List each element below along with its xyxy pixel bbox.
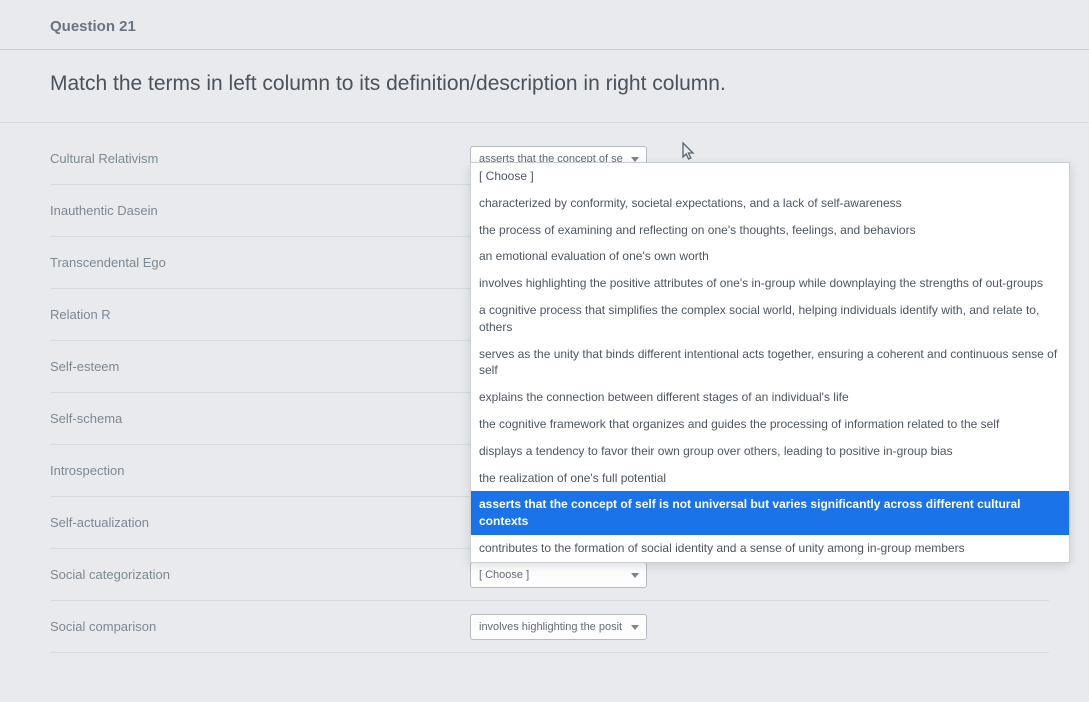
dropdown-option[interactable]: serves as the unity that binds different… (471, 341, 1069, 385)
match-row: Social comparisoninvolves highlighting t… (50, 601, 1049, 653)
term-label: Introspection (50, 449, 470, 492)
question-number: Question 21 (0, 0, 1089, 50)
term-label: Self-actualization (50, 501, 470, 544)
term-label: Social categorization (50, 553, 470, 596)
dropdown-option[interactable]: the process of examining and reflecting … (471, 217, 1069, 244)
definition-select[interactable]: involves highlighting the posit (470, 614, 647, 640)
term-label: Relation R (50, 293, 470, 336)
dropdown-option[interactable]: explains the connection between differen… (471, 384, 1069, 411)
dropdown-option[interactable]: contributes to the formation of social i… (471, 535, 1069, 562)
term-label: Cultural Relativism (50, 137, 470, 180)
dropdown-option[interactable]: the realization of one's full potential (471, 465, 1069, 492)
term-label: Self-esteem (50, 345, 470, 388)
dropdown-option[interactable]: a cognitive process that simplifies the … (471, 297, 1069, 341)
question-instruction: Match the terms in left column to its de… (0, 50, 1089, 123)
dropdown-option[interactable]: asserts that the concept of self is not … (471, 491, 1069, 535)
dropdown-option[interactable]: involves highlighting the positive attri… (471, 270, 1069, 297)
dropdown-option[interactable]: the cognitive framework that organizes a… (471, 411, 1069, 438)
term-label: Social comparison (50, 605, 470, 648)
dropdown-option[interactable]: [ Choose ] (471, 163, 1069, 190)
dropdown-option[interactable]: an emotional evaluation of one's own wor… (471, 243, 1069, 270)
term-label: Self-schema (50, 397, 470, 440)
term-label: Transcendental Ego (50, 241, 470, 284)
dropdown-option[interactable]: characterized by conformity, societal ex… (471, 190, 1069, 217)
definition-dropdown-list[interactable]: [ Choose ]characterized by conformity, s… (470, 162, 1070, 563)
definition-select[interactable]: [ Choose ] (470, 562, 647, 588)
term-label: Inauthentic Dasein (50, 189, 470, 232)
dropdown-option[interactable]: displays a tendency to favor their own g… (471, 438, 1069, 465)
